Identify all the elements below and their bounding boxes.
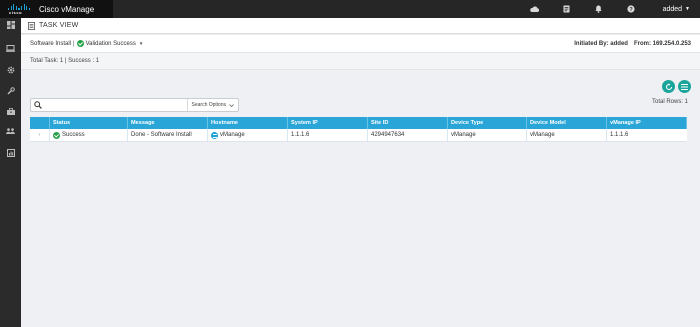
summary-separator: | — [73, 40, 75, 47]
menu-button[interactable] — [678, 80, 691, 93]
column-header-status[interactable]: Status — [50, 117, 128, 129]
refresh-icon — [665, 82, 672, 90]
user-menu[interactable]: added ▼ — [663, 6, 690, 13]
column-header-vmanage-ip[interactable]: vManage IP — [607, 117, 687, 129]
help-icon[interactable]: ? — [615, 5, 647, 13]
from-ip: 169.254.0.253 — [652, 40, 691, 47]
title-bar: TASK VIEW — [21, 18, 700, 34]
vmanage-ip-cell: 1.1.1.6 — [610, 132, 629, 138]
wrench-icon[interactable] — [0, 86, 21, 96]
gear-icon[interactable] — [0, 65, 21, 75]
sidebar — [0, 18, 21, 327]
task-totals: Total Task: 1 | Success : 1 — [21, 52, 700, 70]
refresh-button[interactable] — [662, 80, 675, 93]
chevron-right-icon: › — [38, 132, 41, 138]
table-header: Status Message Hostname System IP Site I… — [30, 117, 687, 129]
system-ip-cell: 1.1.1.6 — [288, 129, 368, 141]
monitor-icon[interactable] — [0, 43, 21, 53]
table-row[interactable]: › Success Done - Software Install vManag… — [30, 129, 687, 142]
analytics-icon[interactable] — [0, 148, 21, 158]
toolbox-icon[interactable] — [0, 106, 21, 116]
status-label: Validation Success — [85, 40, 136, 47]
initiated-by: added — [610, 40, 628, 47]
dashboard-icon[interactable] — [0, 20, 21, 30]
brand[interactable]: cisco Cisco vManage — [0, 0, 113, 18]
search-box: Search Options — [30, 98, 239, 112]
message-cell: Done - Software Install — [128, 129, 208, 141]
chevron-down-icon — [229, 103, 234, 107]
vmanage-device-icon — [211, 131, 218, 139]
device-model-cell: vManage — [527, 129, 607, 141]
hostname-value: vManage — [220, 132, 245, 138]
status-value: Success — [62, 132, 85, 138]
search-options-dropdown[interactable]: Search Options — [186, 99, 238, 111]
expand-column-header — [30, 117, 50, 129]
success-check-icon — [76, 40, 84, 47]
app-name: Cisco vManage — [39, 4, 95, 14]
task-table: Status Message Hostname System IP Site I… — [30, 117, 687, 142]
page-title: TASK VIEW — [39, 22, 79, 29]
chevron-down-icon: ▼ — [685, 6, 690, 12]
task-list-icon[interactable] — [551, 5, 583, 13]
hostname-cell: vManage — [208, 129, 288, 141]
bell-icon[interactable] — [583, 5, 615, 13]
success-check-icon — [53, 131, 60, 139]
users-icon[interactable] — [0, 126, 21, 136]
search-icon — [31, 99, 45, 111]
task-summary: Software Install | Validation Success ▼ … — [21, 35, 700, 52]
status-dropdown[interactable]: Validation Success ▼ — [76, 40, 144, 47]
cloud-icon[interactable] — [519, 6, 551, 12]
column-header-hostname[interactable]: Hostname — [208, 117, 288, 129]
search-options-label: Search Options — [191, 102, 226, 108]
total-rows: Total Rows: 1 — [651, 99, 688, 105]
chevron-down-icon: ▼ — [138, 41, 144, 46]
task-name: Software Install — [30, 40, 72, 47]
column-header-site-id[interactable]: Site ID — [368, 117, 448, 129]
device-type-cell: vManage — [448, 129, 527, 141]
column-header-message[interactable]: Message — [128, 117, 208, 129]
site-id-cell: 4294947634 — [368, 129, 448, 141]
cisco-logo: cisco — [8, 3, 30, 15]
status-cell: Success — [50, 129, 128, 141]
list-icon — [681, 83, 688, 90]
initiated-label: Initiated By: — [574, 40, 609, 47]
expand-row-button[interactable]: › — [30, 129, 50, 141]
search-input[interactable] — [45, 99, 187, 111]
user-name: added — [662, 5, 683, 13]
from-label: From: — [633, 40, 651, 47]
column-header-device-type[interactable]: Device Type — [448, 117, 527, 129]
top-bar: cisco Cisco vManage ? added ▼ — [0, 0, 700, 18]
task-view-icon — [28, 21, 35, 30]
column-header-system-ip[interactable]: System IP — [288, 117, 368, 129]
column-header-device-model[interactable]: Device Model — [527, 117, 607, 129]
